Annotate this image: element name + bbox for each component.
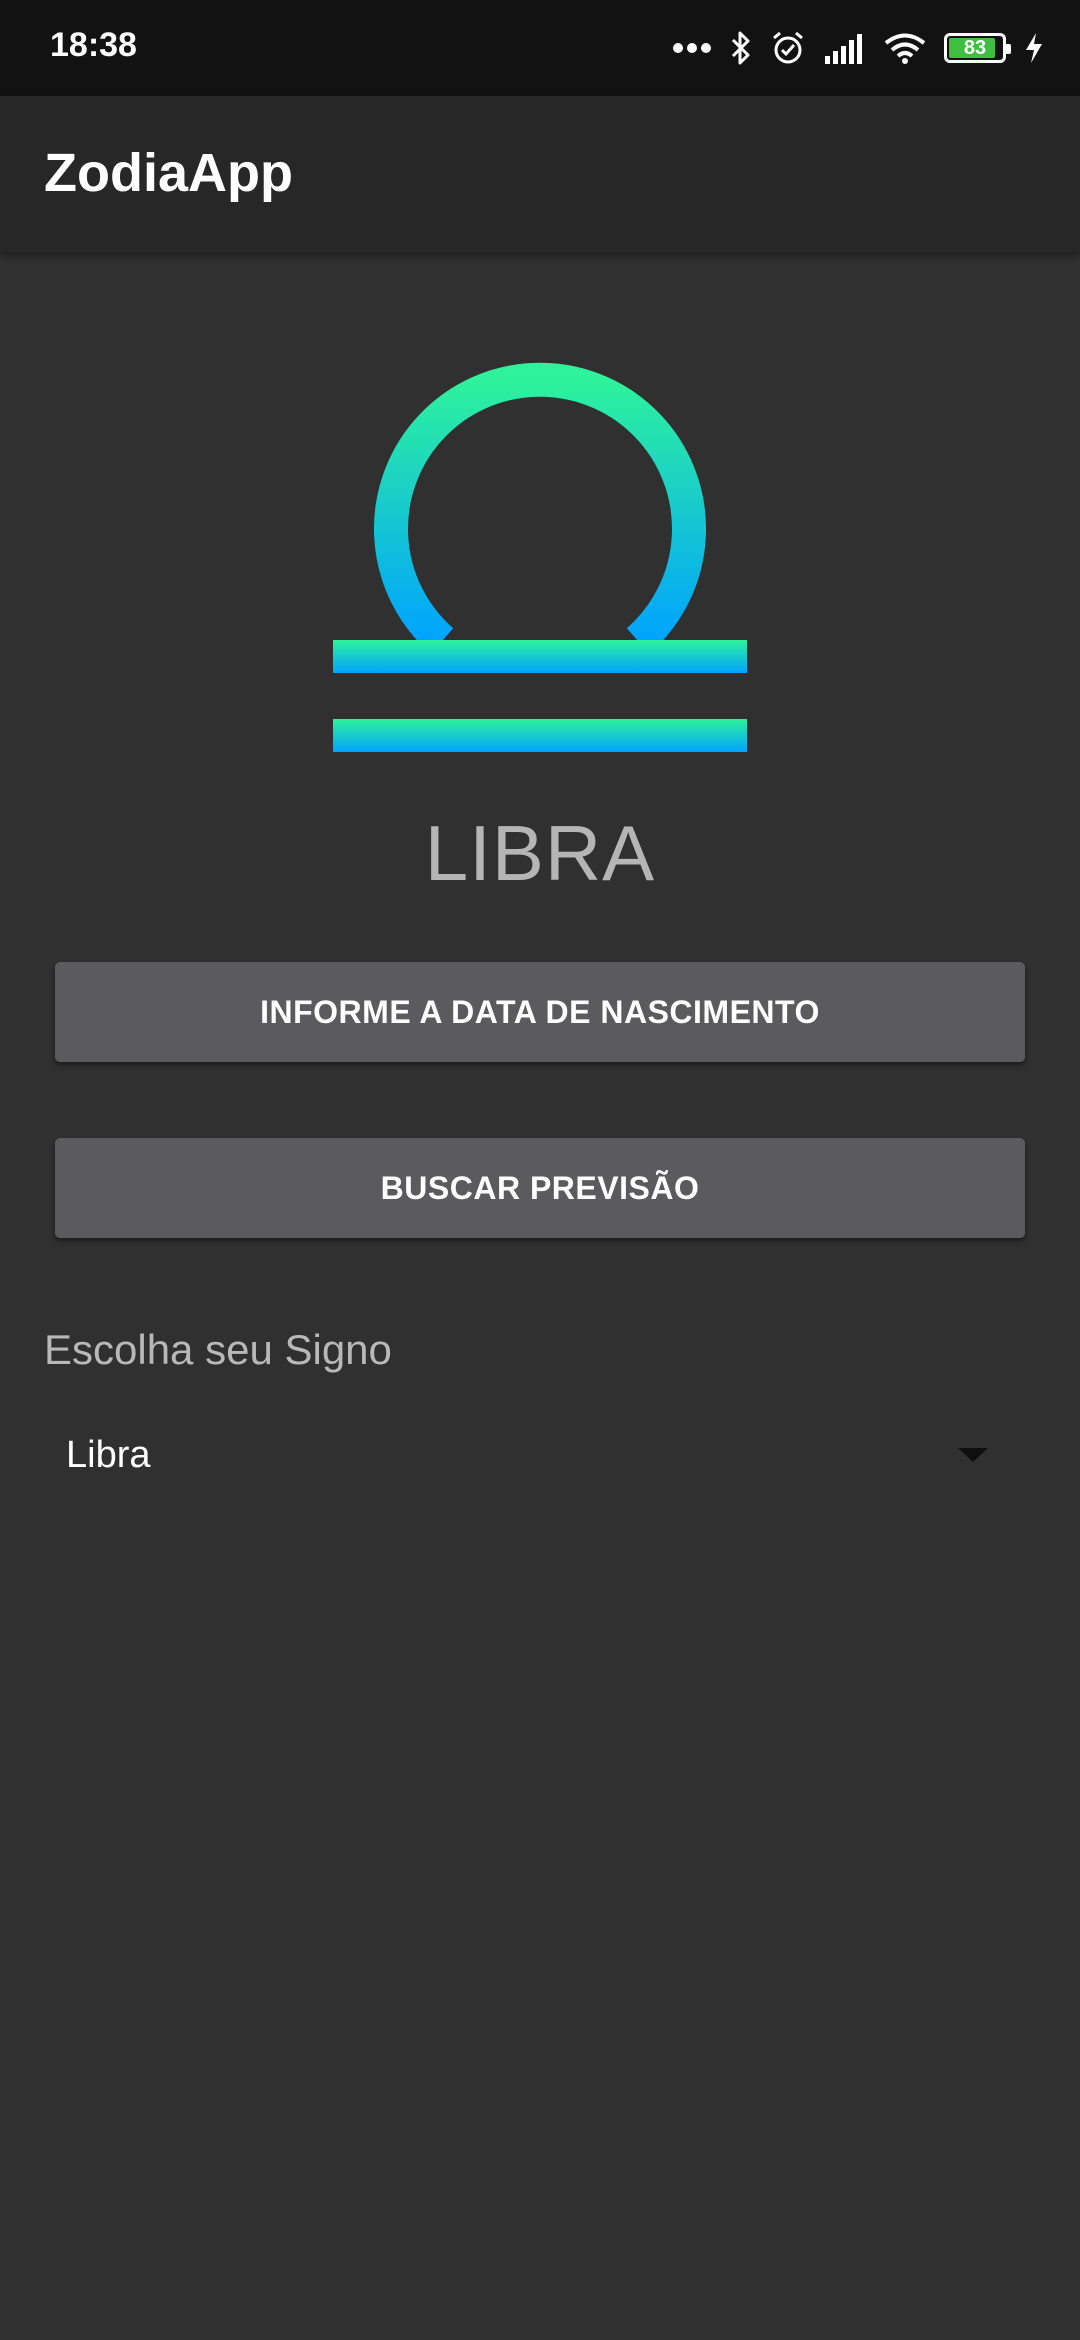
battery-level: 83	[963, 36, 987, 59]
sign-spinner-value: Libra	[66, 1434, 151, 1476]
battery-icon: 83	[944, 33, 1011, 63]
choose-sign-label: Escolha seu Signo	[44, 1326, 392, 1373]
libra-icon	[333, 362, 747, 752]
sign-spinner[interactable]: Libra	[44, 1410, 1016, 1502]
status-icons: 83	[672, 24, 1044, 72]
search-forecast-button[interactable]: BUSCAR PREVISÃO	[55, 1138, 1025, 1238]
sign-name: LIBRA	[424, 809, 656, 897]
app-bar: ZodiaApp	[0, 96, 1080, 252]
status-bar: 18:38 83	[0, 0, 1080, 96]
wifi-icon	[884, 33, 926, 64]
signal-icon	[825, 34, 862, 64]
dropdown-arrow-icon	[958, 1448, 988, 1462]
more-dots-icon	[673, 43, 711, 53]
battery-cap	[1006, 44, 1011, 54]
status-time: 18:38	[50, 26, 137, 64]
app-title: ZodiaApp	[44, 143, 293, 203]
bluetooth-icon	[731, 31, 750, 65]
birth-date-button[interactable]: INFORME A DATA DE NASCIMENTO	[55, 962, 1025, 1062]
charging-icon	[1026, 33, 1042, 63]
alarm-icon	[773, 31, 803, 64]
